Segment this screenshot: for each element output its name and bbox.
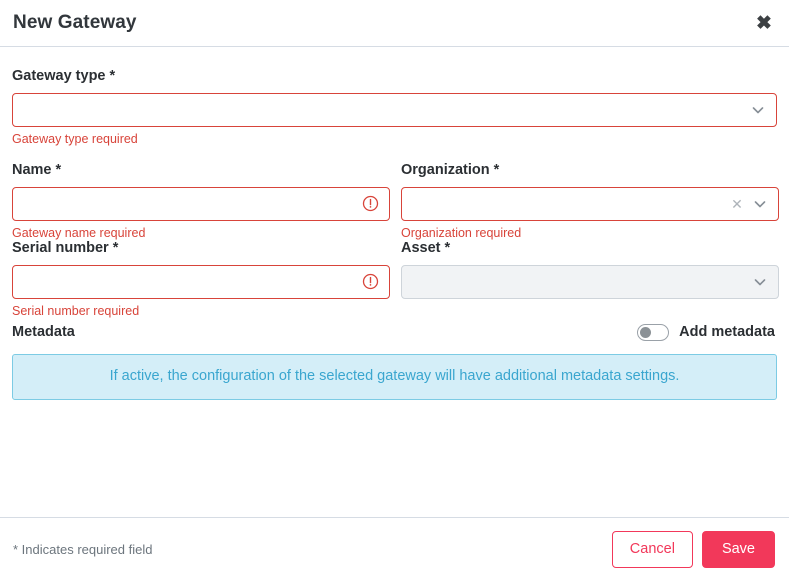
serial-number-label: Serial number * bbox=[12, 239, 119, 256]
add-metadata-label: Add metadata bbox=[679, 324, 775, 341]
metadata-info-text: If active, the configuration of the sele… bbox=[109, 368, 680, 385]
dialog-body: Gateway type * Gateway type required Nam… bbox=[0, 47, 789, 517]
save-button[interactable]: Save bbox=[701, 530, 775, 568]
field-organization: Organization * ✕ Organization required bbox=[401, 161, 779, 241]
gateway-type-select[interactable] bbox=[12, 92, 777, 127]
metadata-info-banner: If active, the configuration of the sele… bbox=[12, 353, 777, 400]
error-circle-icon bbox=[362, 195, 379, 212]
organization-select[interactable]: ✕ bbox=[401, 186, 779, 221]
dialog-header: New Gateway ✖ bbox=[0, 0, 789, 47]
required-field-note: * Indicates required field bbox=[13, 541, 153, 557]
chevron-down-icon bbox=[752, 274, 768, 290]
serial-number-input[interactable] bbox=[12, 264, 390, 299]
organization-error: Organization required bbox=[401, 225, 522, 240]
clear-x-icon[interactable]: ✕ bbox=[729, 196, 745, 212]
name-error: Gateway name required bbox=[12, 225, 146, 240]
field-gateway-type: Gateway type * Gateway type required bbox=[12, 68, 777, 147]
add-metadata-toggle[interactable]: Add metadata bbox=[637, 323, 775, 341]
row-serial-asset: Serial number * Serial number required A… bbox=[12, 239, 779, 319]
field-asset: Asset * bbox=[401, 239, 779, 319]
gateway-type-label: Gateway type * bbox=[12, 68, 116, 84]
asset-label: Asset * bbox=[401, 239, 451, 256]
asset-select bbox=[401, 264, 779, 299]
error-circle-icon bbox=[362, 273, 379, 290]
dialog-footer: * Indicates required field Cancel Save bbox=[0, 517, 789, 580]
chevron-down-icon bbox=[752, 196, 768, 212]
toggle-track bbox=[637, 323, 670, 341]
name-label: Name * bbox=[12, 161, 62, 178]
metadata-section-label: Metadata bbox=[12, 324, 75, 341]
cancel-button[interactable]: Cancel bbox=[611, 530, 693, 568]
serial-number-error: Serial number required bbox=[12, 303, 140, 318]
field-name: Name * Gateway name required bbox=[12, 161, 390, 241]
field-serial-number: Serial number * Serial number required bbox=[12, 239, 390, 319]
close-icon[interactable]: ✖ bbox=[749, 8, 779, 38]
page-title: New Gateway bbox=[13, 11, 137, 33]
new-gateway-dialog: New Gateway ✖ Gateway type * Gateway typ… bbox=[0, 0, 789, 580]
metadata-row: Metadata Add metadata bbox=[12, 323, 777, 341]
footer-buttons: Cancel Save bbox=[611, 530, 775, 568]
row-name-organization: Name * Gateway name required Organizatio… bbox=[12, 161, 779, 241]
chevron-down-icon bbox=[750, 102, 766, 118]
gateway-type-error: Gateway type required bbox=[12, 131, 138, 146]
organization-label: Organization * bbox=[401, 161, 500, 178]
name-input[interactable] bbox=[12, 186, 390, 221]
toggle-knob bbox=[640, 326, 652, 338]
